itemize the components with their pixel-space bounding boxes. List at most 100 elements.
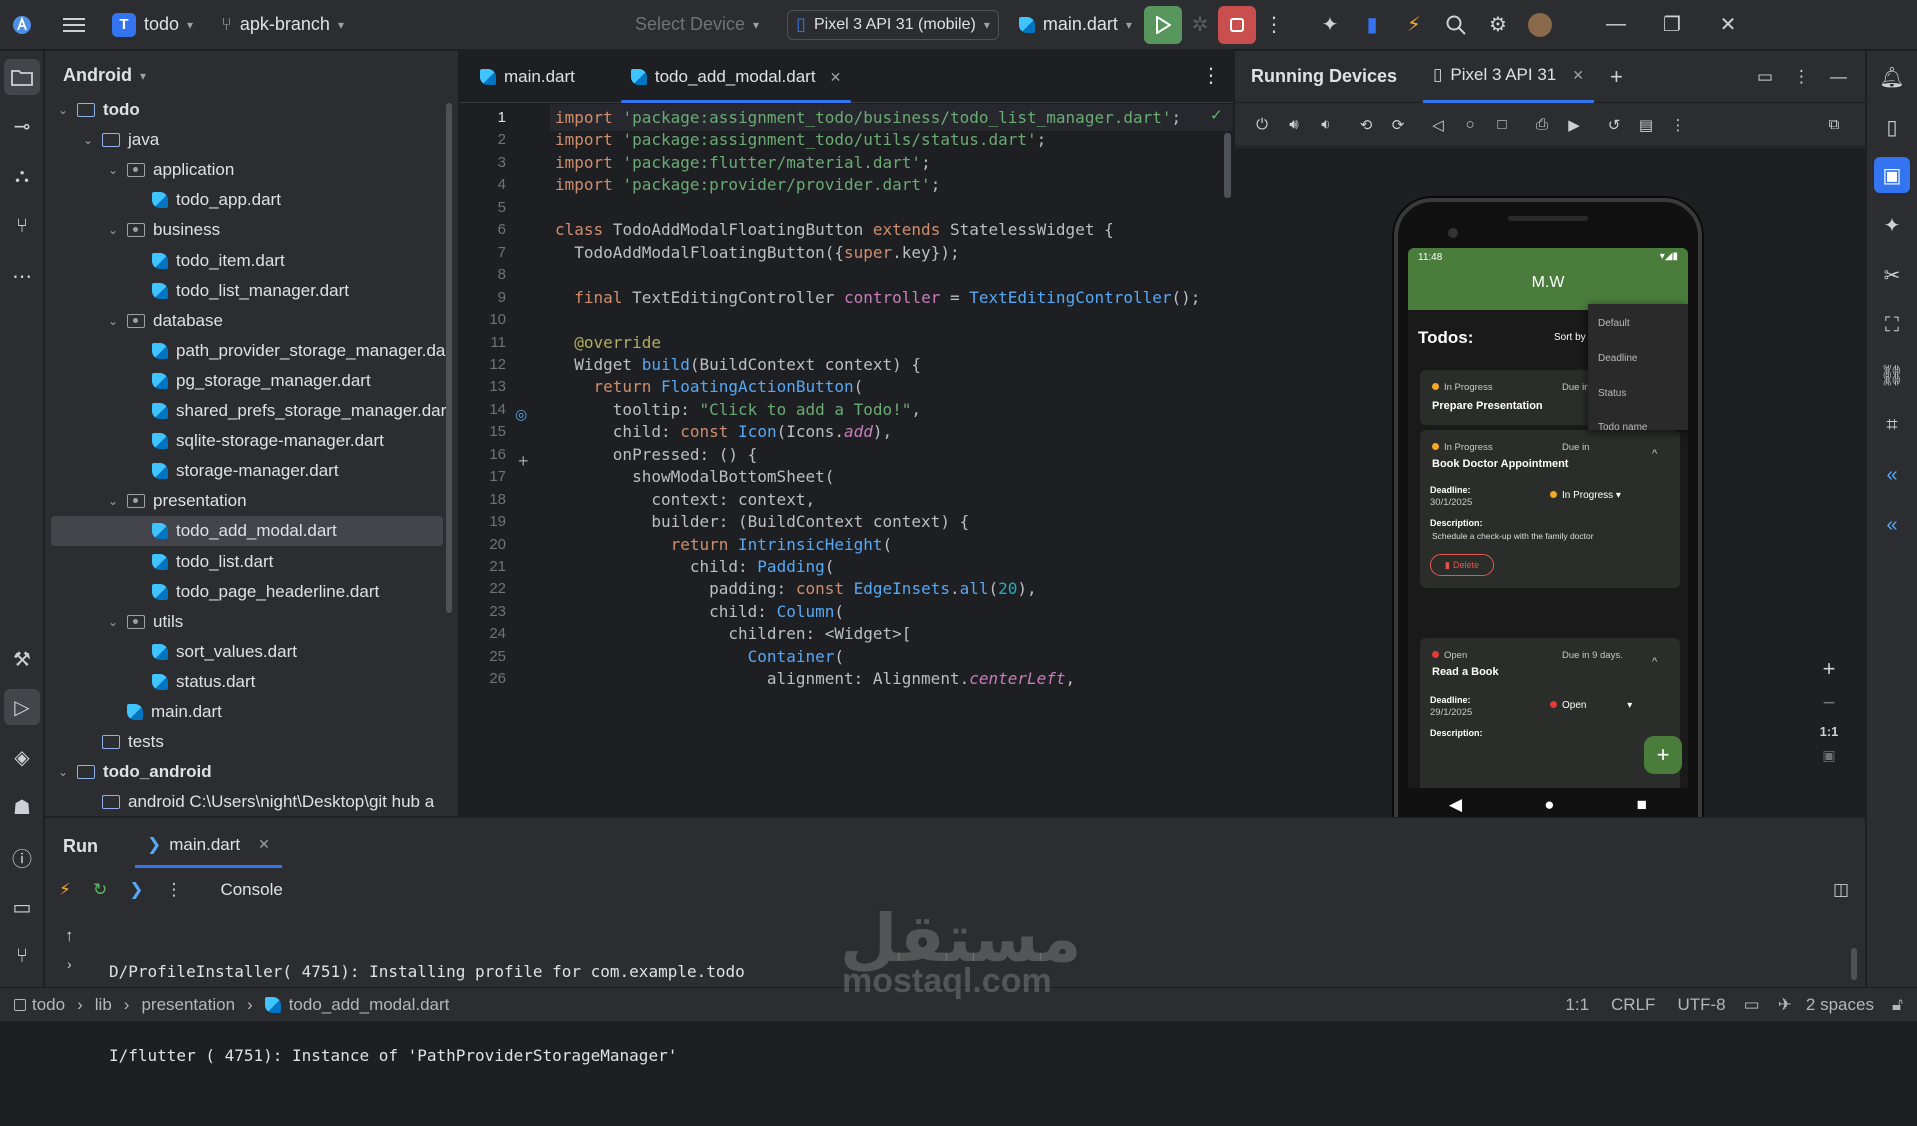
hot-reload-icon[interactable]: ⚡ (59, 880, 71, 900)
hot-reload-icon[interactable]: ⚡ (1396, 7, 1432, 43)
more-tools-icon[interactable]: ⋯ (4, 258, 40, 294)
tree-item[interactable]: todo_list.dart (45, 547, 458, 577)
vcs-branch-switcher[interactable]: ⑂ apk-branch ▾ (213, 7, 352, 43)
code-content[interactable]: import 'package:assignment_todo/business… (555, 103, 1233, 816)
editor-tabs-more-icon[interactable]: ⋮ (1201, 63, 1221, 88)
run-panel-icon[interactable]: ▷ (4, 689, 40, 725)
tree-item[interactable]: ⌄ presentation (45, 486, 458, 516)
rotate-left-icon[interactable]: ⟲ (1353, 112, 1379, 138)
tab-todo-add-modal[interactable]: todo_add_modal.dart ✕ (611, 52, 861, 103)
android-studio-logo-icon[interactable] (4, 7, 40, 43)
caret-position[interactable]: 1:1 (1565, 995, 1589, 1015)
close-tab-icon[interactable]: ✕ (830, 69, 842, 86)
debug-icon[interactable]: ✲ (1182, 7, 1218, 43)
close-tab-icon[interactable]: ✕ (1572, 67, 1584, 84)
rocket-icon[interactable]: ✈ (1778, 995, 1792, 1015)
editor-scrollbar[interactable] (1224, 133, 1231, 198)
home-icon[interactable]: ○ (1457, 112, 1483, 138)
project-folder-icon[interactable] (4, 59, 40, 95)
expand-chevron-icon[interactable]: ⌄ (105, 494, 121, 508)
phone-screen[interactable]: 11:48 ▾◢▮ M.W Todos: Sort by In Progress… (1408, 248, 1688, 822)
flutter-outline-icon[interactable]: « (1874, 507, 1910, 543)
gallery-icon[interactable]: ⛶ (1874, 307, 1910, 343)
close-tab-icon[interactable]: ✕ (258, 836, 270, 853)
tree-item[interactable]: android C:\Users\night\Desktop\git hub a (45, 787, 458, 816)
main-menu-icon[interactable] (56, 7, 92, 43)
nav-recents-icon[interactable]: ■ (1637, 795, 1647, 815)
tree-item[interactable]: todo_add_modal.dart (51, 516, 443, 547)
sort-option[interactable]: Todo name (1598, 422, 1647, 433)
select-device-dropdown[interactable]: Select Device ▾ (627, 7, 767, 43)
pull-requests-icon[interactable]: ⑂ (4, 208, 40, 244)
terminal-icon[interactable]: ▭ (4, 889, 40, 925)
tree-item[interactable]: ⌄ utils (45, 607, 458, 637)
tree-item[interactable]: ⌄ business (45, 215, 458, 245)
collapse-chevron-icon[interactable]: ^ (1652, 656, 1657, 668)
more-actions-icon[interactable]: ⋮ (1256, 7, 1292, 43)
sort-by-label[interactable]: Sort by (1554, 332, 1586, 343)
console-tab[interactable]: Console (220, 880, 282, 900)
snapshot-icon[interactable]: ↺ (1601, 112, 1627, 138)
expand-chevron-icon[interactable]: ⌄ (105, 223, 121, 237)
gemini-icon[interactable]: ✦ (1874, 207, 1910, 243)
attach-debugger-icon[interactable]: ✦ (1312, 7, 1348, 43)
scroll-up-icon[interactable]: ↑ (65, 926, 74, 946)
tree-item[interactable]: main.dart (45, 697, 458, 727)
tree-scrollbar[interactable] (446, 103, 452, 613)
line-separator[interactable]: CRLF (1611, 995, 1655, 1015)
zoom-actual-size[interactable]: 1:1 (1820, 724, 1839, 739)
tree-item[interactable]: sort_values.dart (45, 637, 458, 667)
structure-icon[interactable]: ⛬ (4, 158, 40, 194)
indent-setting[interactable]: 2 spaces (1806, 995, 1874, 1015)
expand-chevron-icon[interactable]: ⌄ (55, 103, 71, 117)
tree-item[interactable]: ⌄ todo (45, 95, 458, 125)
override-gutter-icon[interactable]: ◎ (515, 406, 527, 423)
flutter-devtools-icon[interactable]: ❯ (129, 880, 143, 900)
extended-controls-icon[interactable]: ▤ (1633, 112, 1659, 138)
breadcrumb-item[interactable]: todo (32, 995, 65, 1015)
more-icon[interactable]: ⋮ (1665, 112, 1691, 138)
fold-plus-icon[interactable]: + (518, 451, 529, 472)
breadcrumb-item[interactable]: lib (95, 995, 112, 1015)
close-window-icon[interactable]: ✕ (1710, 7, 1746, 43)
add-device-icon[interactable]: + (1610, 64, 1623, 90)
tree-item[interactable]: todo_app.dart (45, 185, 458, 215)
flutter-inspector-icon[interactable]: « (1874, 457, 1910, 493)
tree-item[interactable]: pg_storage_manager.dart (45, 366, 458, 396)
add-todo-fab[interactable]: + (1644, 736, 1682, 774)
expand-chevron-icon[interactable]: ⌄ (55, 765, 71, 779)
comment-icon[interactable]: ▭ (1744, 995, 1760, 1015)
console-scrollbar[interactable] (1851, 948, 1857, 980)
hide-panel-icon[interactable]: — (1830, 67, 1847, 87)
device-file-explorer-icon[interactable]: ▯ (1874, 109, 1910, 145)
device-tab[interactable]: ▯ Pixel 3 API 31 ✕ (1423, 51, 1594, 103)
volume-up-icon[interactable]: 🔊︎ (1281, 112, 1307, 138)
rotate-right-icon[interactable]: ⟳ (1385, 112, 1411, 138)
mirror-icon[interactable]: ⧉ (1821, 112, 1847, 138)
overview-icon[interactable]: □ (1489, 112, 1515, 138)
zoom-out-icon[interactable]: − (1823, 690, 1836, 716)
tree-item[interactable]: path_provider_storage_manager.dar (45, 336, 458, 366)
expand-icon[interactable]: › (67, 956, 72, 972)
nav-home-icon[interactable]: ● (1544, 795, 1554, 815)
project-view-selector[interactable]: Android ▾ (63, 65, 146, 86)
android-logcat-icon[interactable]: ☗ (4, 789, 40, 825)
hot-restart-icon[interactable]: ↻ (93, 880, 107, 900)
run-config-selector[interactable]: main.dart ▾ (1011, 7, 1140, 43)
user-avatar[interactable] (1522, 7, 1558, 43)
power-icon[interactable]: ⏻ (1249, 112, 1275, 138)
expand-chevron-icon[interactable]: ⌄ (105, 163, 121, 177)
commit-icon[interactable]: ⊸ (4, 108, 40, 144)
tab-main-dart[interactable]: main.dart (460, 52, 611, 102)
tree-item[interactable]: ⌄ todo_android (45, 757, 458, 787)
settings-gear-icon[interactable]: ⚙ (1480, 7, 1516, 43)
tree-item[interactable]: shared_prefs_storage_manager.dart (45, 396, 458, 426)
volume-down-icon[interactable]: 🔉︎ (1313, 112, 1339, 138)
expand-chevron-icon[interactable]: ⌄ (105, 314, 121, 328)
git-icon[interactable]: ⑂ (4, 938, 40, 974)
layout-toggle-icon[interactable]: ◫ (1833, 880, 1849, 900)
run-config-tab[interactable]: ❯ main.dart ✕ (135, 824, 282, 868)
expand-chevron-icon[interactable]: ⌄ (80, 133, 96, 147)
layout-icon[interactable]: ▭ (1757, 67, 1773, 87)
back-icon[interactable]: ◁ (1425, 112, 1451, 138)
